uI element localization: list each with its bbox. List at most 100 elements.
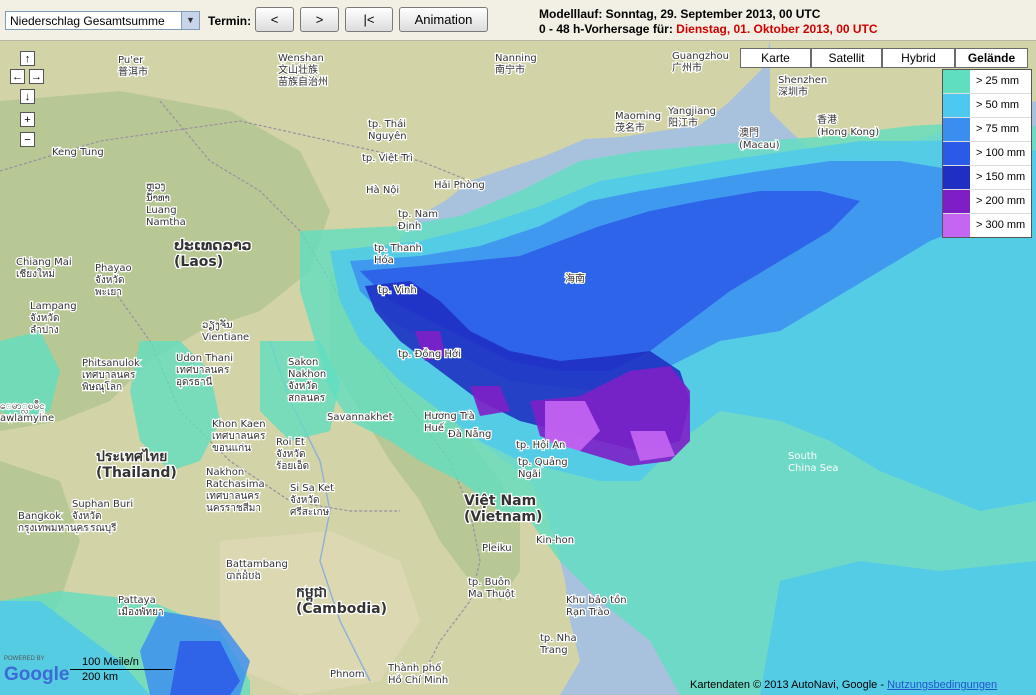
place-label-line: Roi Et xyxy=(276,437,305,448)
next-button[interactable]: > xyxy=(300,7,339,32)
place-label-line: 广州市 xyxy=(672,61,702,74)
model-info: Modelllauf: Sonntag, 29. September 2013,… xyxy=(539,7,878,37)
place-label-line: Nanning xyxy=(495,53,537,64)
forecast-prefix: 0 - 48 h-Vorhersage für: xyxy=(539,22,673,36)
place-label: Keng Tung xyxy=(52,147,104,158)
pan-right-button[interactable]: → xyxy=(29,69,44,84)
place-label-line: Phayao xyxy=(95,263,132,274)
legend-label: > 75 mm xyxy=(976,123,1020,135)
scale-km: 200 km xyxy=(82,671,119,683)
place-label-line: Hải Phòng xyxy=(434,179,485,191)
place-label-line: จังหวัด xyxy=(290,495,319,506)
legend-row: > 75 mm xyxy=(943,118,1031,142)
place-label-line: tp. Hội An xyxy=(516,439,565,451)
place-label-line: Nakhon xyxy=(206,467,244,478)
place-label-line: ປະເທດລາວ xyxy=(174,238,252,254)
legend-row: > 100 mm xyxy=(943,142,1031,166)
place-label-line: 澳門 xyxy=(739,126,759,139)
pan-down-button[interactable]: ↓ xyxy=(20,89,35,104)
prev-button[interactable]: < xyxy=(255,7,294,32)
place-label-line: tp. Việt Trì xyxy=(362,152,413,164)
maptype-hybrid[interactable]: Hybrid xyxy=(882,48,955,68)
google-logo[interactable]: Google xyxy=(4,664,69,686)
legend-label: > 300 mm xyxy=(976,219,1026,231)
maptype-satellit[interactable]: Satellit xyxy=(811,48,882,68)
place-label-line: Hương Trà xyxy=(424,410,475,422)
place-label-line: Ma Thuột xyxy=(468,588,515,600)
maptype-gelaende[interactable]: Gelände xyxy=(955,48,1028,68)
legend-row: > 150 mm xyxy=(943,166,1031,190)
place-label-line: Định xyxy=(398,221,421,232)
place-label-line: 文山壮族 xyxy=(278,63,318,76)
place-label: Hà Nội xyxy=(366,184,399,196)
place-label-line: tp. Nam xyxy=(398,209,438,220)
place-label-line: เมืองพัทยา xyxy=(118,606,164,618)
chevron-down-icon[interactable]: ▼ xyxy=(181,12,199,29)
place-label-line: พิษณุโลก xyxy=(82,380,122,393)
legend-row: > 25 mm xyxy=(943,70,1031,94)
place-label-line: Chiang Mai xyxy=(16,257,72,268)
place-label-line: 普洱市 xyxy=(118,65,148,78)
forecast-line: 0 - 48 h-Vorhersage für: Dienstag, 01. O… xyxy=(539,22,878,37)
termin-label: Termin: xyxy=(208,14,252,28)
place-label-line: Si Sa Ket xyxy=(290,483,334,494)
place-label-line: (Thailand) xyxy=(96,465,177,481)
place-label-line: awlamyine xyxy=(0,413,54,424)
place-label: tp. Hội An xyxy=(516,439,565,451)
place-label-line: ນ້ຳທາ xyxy=(146,192,170,204)
place-label-line: Pleiku xyxy=(482,543,512,554)
place-label-line: Shenzhen xyxy=(778,75,827,86)
place-label: tp. Đồng Hới xyxy=(398,348,461,360)
place-label-line: tp. Quảng xyxy=(518,456,568,468)
place-label-line: South xyxy=(788,451,817,462)
place-label-line: จังหวัด xyxy=(288,381,317,392)
place-label-line: ศรีสะเกษ xyxy=(290,506,330,518)
place-label-line: ลำปาง xyxy=(30,325,59,336)
place-label: Việt Nam (Vietnam) xyxy=(464,493,542,525)
animation-button[interactable]: Animation xyxy=(399,7,488,32)
legend-swatch xyxy=(943,214,970,237)
place-label-line: พะเยา xyxy=(95,287,122,298)
place-label-line: Bangkok xyxy=(18,511,61,522)
place-label-line: (Laos) xyxy=(174,254,223,270)
first-button[interactable]: |< xyxy=(345,7,393,32)
place-label-line: จังหวัด xyxy=(30,313,59,324)
google-powered-label: POWERED BY xyxy=(4,656,45,662)
place-label-line: Lampang xyxy=(30,301,77,312)
place-label-line: Ratchasima xyxy=(206,479,265,490)
attribution-text: Kartendaten © 2013 AutoNavi, Google - xyxy=(690,679,888,691)
pan-left-button[interactable]: ← xyxy=(10,69,25,84)
forecast-date: Dienstag, 01. Oktober 2013, 00 UTC xyxy=(672,22,878,36)
place-label: Pleiku xyxy=(482,543,512,554)
scale-miles: 100 Meile/n xyxy=(70,655,172,670)
place-label-line: ຫຼວງ xyxy=(146,181,166,192)
pan-up-button[interactable]: ↑ xyxy=(20,51,35,66)
place-label-line: បាត់ដំបង xyxy=(226,569,261,582)
product-select[interactable]: Niederschlag Gesamtsumme ▼ xyxy=(5,11,200,30)
place-label-line: นครราชสีมา xyxy=(206,502,261,514)
place-label-line: Khon Kaen xyxy=(212,419,266,430)
legend-label: > 50 mm xyxy=(976,99,1020,111)
model-run: Modelllauf: Sonntag, 29. September 2013,… xyxy=(539,7,821,21)
place-label-line: Kin-hon xyxy=(536,535,574,546)
place-label-line: Suphan Buri xyxy=(72,499,133,510)
place-label-line: ร้อยเอ็ด xyxy=(276,458,309,472)
place-label-line: อุดรธานี xyxy=(176,376,213,388)
place-label: Hải Phòng xyxy=(434,179,485,191)
place-label-line: Luang xyxy=(146,205,177,216)
terms-link[interactable]: Nutzungsbedingungen xyxy=(887,679,997,691)
zoom-in-button[interactable]: + xyxy=(20,112,35,127)
place-label-line: Việt Nam xyxy=(464,493,536,509)
legend-swatch xyxy=(943,118,970,141)
map-area[interactable]: Pu'er 普洱市 Wenshan 文山壮族苗族自治州 Nanning 南宁市 Guangz… xyxy=(0,41,1036,695)
place-label: tp. Việt Trì xyxy=(362,152,413,164)
map-canvas: Pu'er 普洱市 Wenshan 文山壮族苗族自治州 Nanning 南宁市 Guangz… xyxy=(0,41,1036,695)
legend-label: > 25 mm xyxy=(976,75,1020,87)
legend-swatch xyxy=(943,142,970,165)
maptype-karte[interactable]: Karte xyxy=(740,48,811,68)
zoom-out-button[interactable]: − xyxy=(20,132,35,147)
place-label: Savannakhet xyxy=(327,412,393,423)
place-label-line: Nguyên xyxy=(368,130,407,142)
legend-swatch xyxy=(943,94,970,117)
place-label-line: Battambang xyxy=(226,559,288,570)
